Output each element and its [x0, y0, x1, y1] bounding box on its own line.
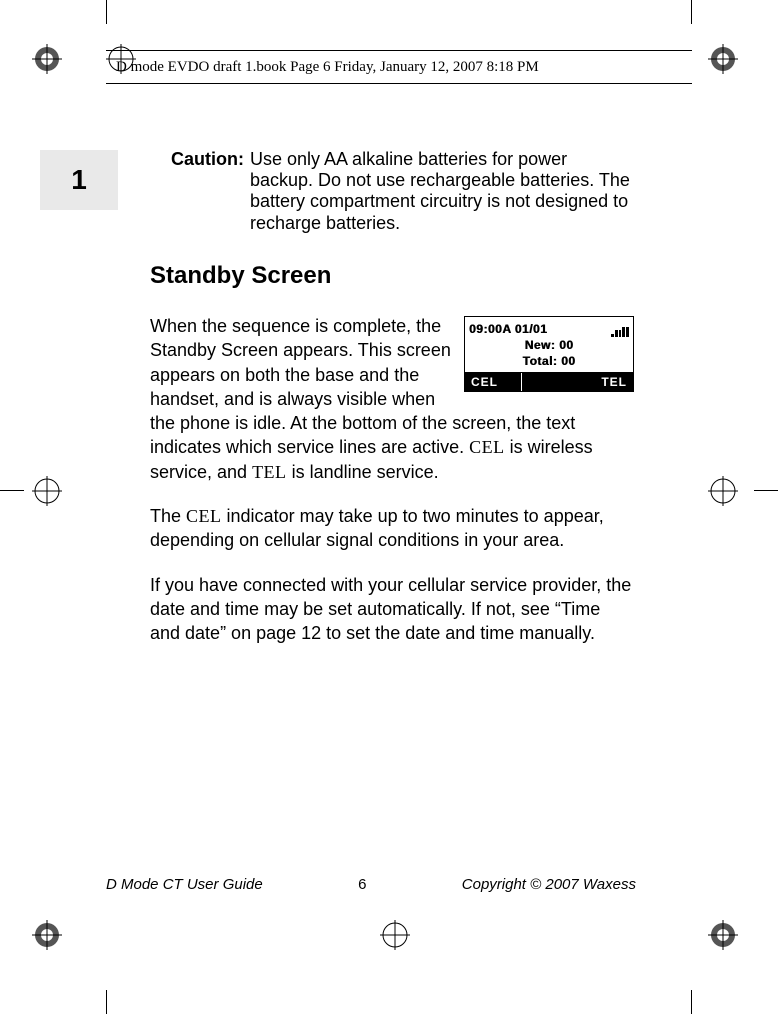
lcd-softkey-gap — [522, 373, 578, 391]
lcd-line-total: Total: 00 — [469, 353, 629, 369]
paragraph-2: The CEL indicator may take up to two min… — [150, 504, 634, 553]
chapter-tab: 1 — [40, 150, 118, 210]
lcd-softkey-left: CEL — [465, 373, 522, 391]
tel-token: TEL — [252, 462, 287, 482]
page-header-bar: D mode EVDO draft 1.book Page 6 Friday, … — [106, 50, 692, 84]
caution-text: Use only AA alkaline batteries for power… — [250, 149, 634, 234]
paragraph-3: If you have connected with your cellular… — [150, 573, 634, 646]
footer-page-number: 6 — [358, 876, 366, 893]
crop-mark — [106, 0, 107, 24]
registration-mark-icon — [708, 476, 738, 506]
running-header: D mode EVDO draft 1.book Page 6 Friday, … — [116, 59, 539, 76]
lcd-screenshot: 09:00A 01/01 New: 00 Total: 00 CEL TEL — [464, 316, 634, 392]
page-footer: D Mode CT User Guide 6 Copyright © 2007 … — [106, 876, 636, 893]
crop-mark — [0, 490, 24, 491]
registration-mark-icon — [380, 920, 410, 950]
crop-mark — [691, 0, 692, 24]
caution-label: Caution: — [150, 149, 250, 234]
page: D mode EVDO draft 1.book Page 6 Friday, … — [0, 0, 778, 1014]
registration-mark-icon — [32, 920, 62, 950]
content-area: Caution: Use only AA alkaline batteries … — [150, 149, 634, 666]
footer-left: D Mode CT User Guide — [106, 876, 263, 893]
lcd-time-date: 09:00A 01/01 — [469, 321, 547, 337]
registration-mark-icon — [32, 476, 62, 506]
lcd-top: 09:00A 01/01 New: 00 Total: 00 — [465, 317, 633, 372]
lcd-line-new: New: 00 — [469, 337, 629, 353]
cel-token: CEL — [186, 506, 222, 526]
signal-icon — [611, 321, 629, 337]
crop-mark — [754, 490, 778, 491]
lcd-softkey-right: TEL — [577, 373, 633, 391]
chapter-number: 1 — [71, 164, 87, 196]
footer-right: Copyright © 2007 Waxess — [462, 876, 636, 893]
section-heading: Standby Screen — [150, 262, 634, 290]
cel-token: CEL — [469, 437, 505, 457]
registration-mark-icon — [32, 44, 62, 74]
paragraph-1: 09:00A 01/01 New: 00 Total: 00 CEL TEL W… — [150, 314, 634, 484]
p1-part-c: is landline service. — [287, 462, 439, 482]
caution-block: Caution: Use only AA alkaline batteries … — [150, 149, 634, 234]
registration-mark-icon — [708, 920, 738, 950]
crop-mark — [691, 990, 692, 1014]
p2-part-a: The — [150, 506, 186, 526]
lcd-softkeys: CEL TEL — [465, 372, 633, 391]
registration-mark-icon — [708, 44, 738, 74]
crop-mark — [106, 990, 107, 1014]
